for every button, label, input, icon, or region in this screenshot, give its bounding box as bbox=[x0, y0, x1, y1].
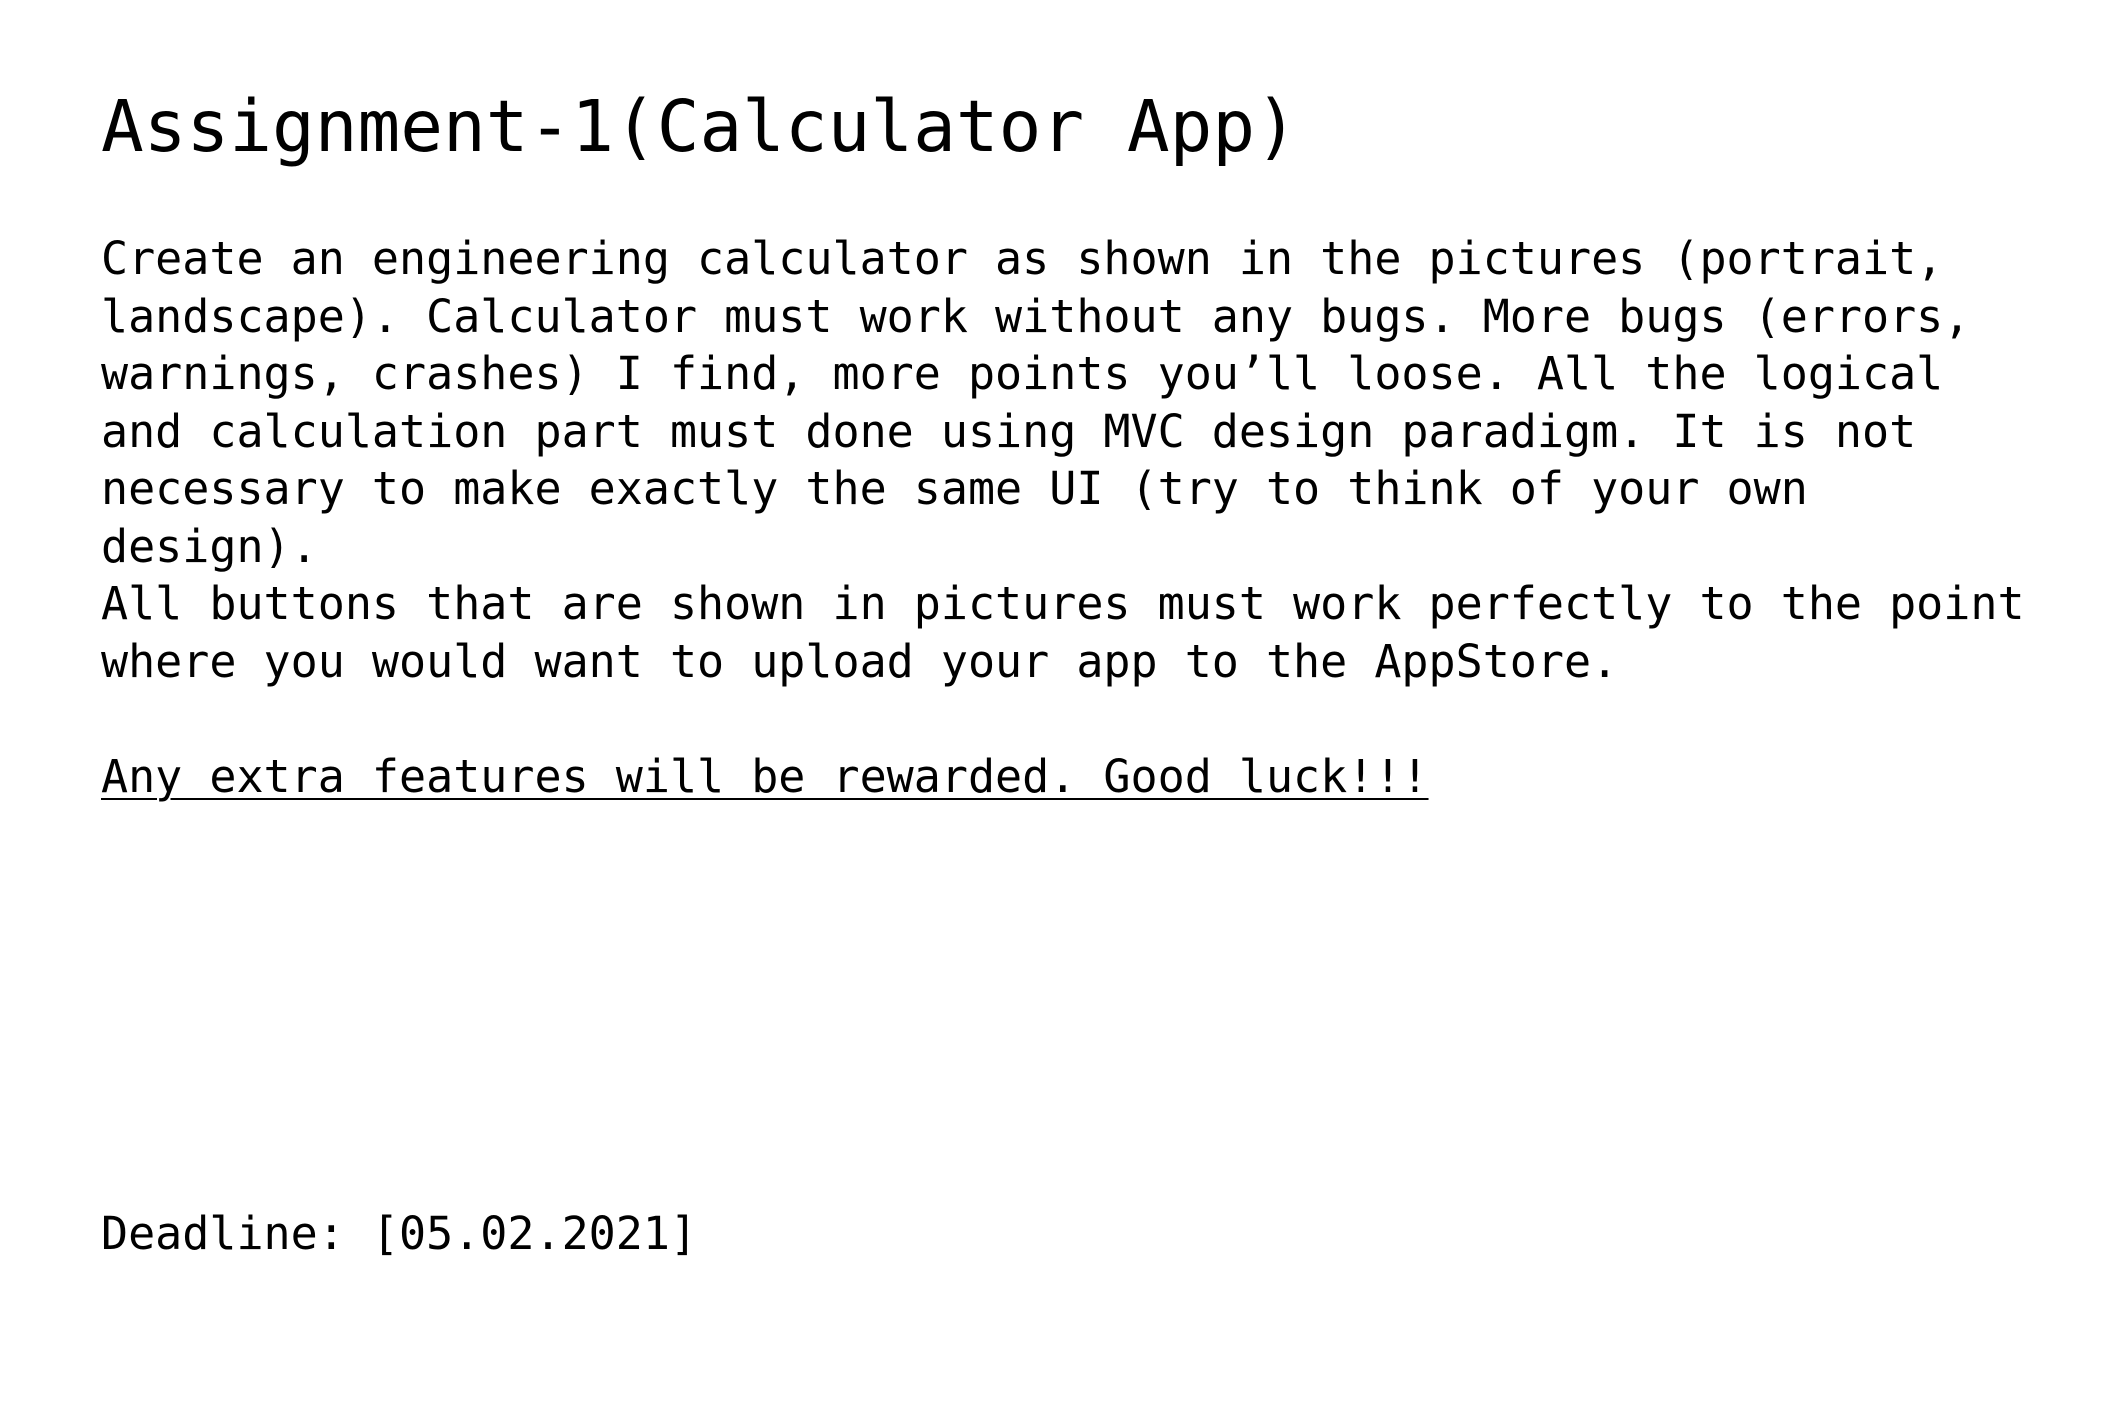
document-body: Create an engineering calculator as show… bbox=[101, 230, 2061, 805]
extra-features-note: Any extra features will be rewarded. Goo… bbox=[101, 749, 1429, 803]
buttons-paragraph: All buttons that are shown in pictures m… bbox=[101, 577, 2025, 688]
requirements-paragraph: Create an engineering calculator as show… bbox=[101, 232, 1971, 573]
deadline-text: Deadline: [05.02.2021] bbox=[101, 1207, 698, 1260]
document-page: Assignment-1(Calculator App) Create an e… bbox=[0, 0, 2120, 1404]
document-title: Assignment-1(Calculator App) bbox=[101, 85, 1298, 168]
